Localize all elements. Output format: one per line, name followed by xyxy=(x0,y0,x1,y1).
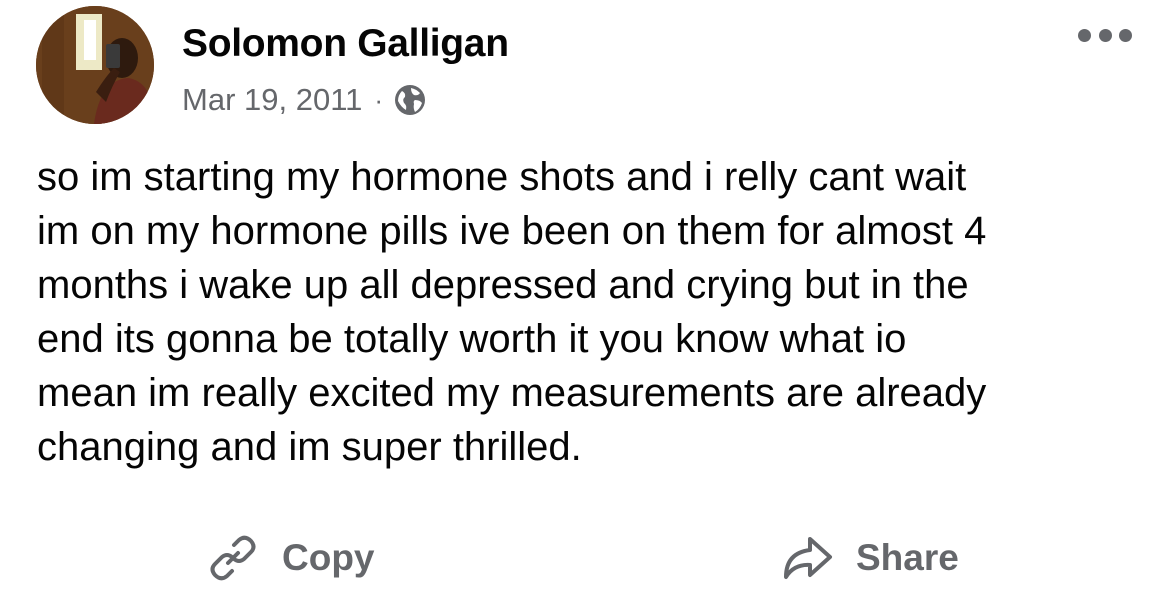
meta-separator: · xyxy=(374,84,384,115)
more-options-button[interactable] xyxy=(1078,20,1132,50)
avatar[interactable] xyxy=(36,6,154,124)
more-dot xyxy=(1098,28,1112,42)
copy-label: Copy xyxy=(282,537,375,578)
post-meta: Mar 19, 2011 · xyxy=(182,80,427,120)
more-dot xyxy=(1119,28,1132,42)
post-card: Solomon Galligan Mar 19, 2011 · so im st… xyxy=(0,0,1170,608)
share-arrow-icon xyxy=(780,531,834,585)
post-date[interactable]: Mar 19, 2011 xyxy=(182,82,362,118)
avatar-photo xyxy=(36,6,154,124)
share-label: Share xyxy=(856,537,959,578)
author-name[interactable]: Solomon Galligan xyxy=(182,22,509,66)
post-actions: Copy Share xyxy=(0,520,1170,596)
share-button[interactable]: Share xyxy=(780,530,959,586)
link-icon xyxy=(206,531,260,585)
globe-icon xyxy=(393,83,427,117)
more-dot xyxy=(1078,28,1091,42)
post-text: so im starting my hormone shots and i re… xyxy=(37,155,987,469)
copy-button[interactable]: Copy xyxy=(206,530,375,586)
